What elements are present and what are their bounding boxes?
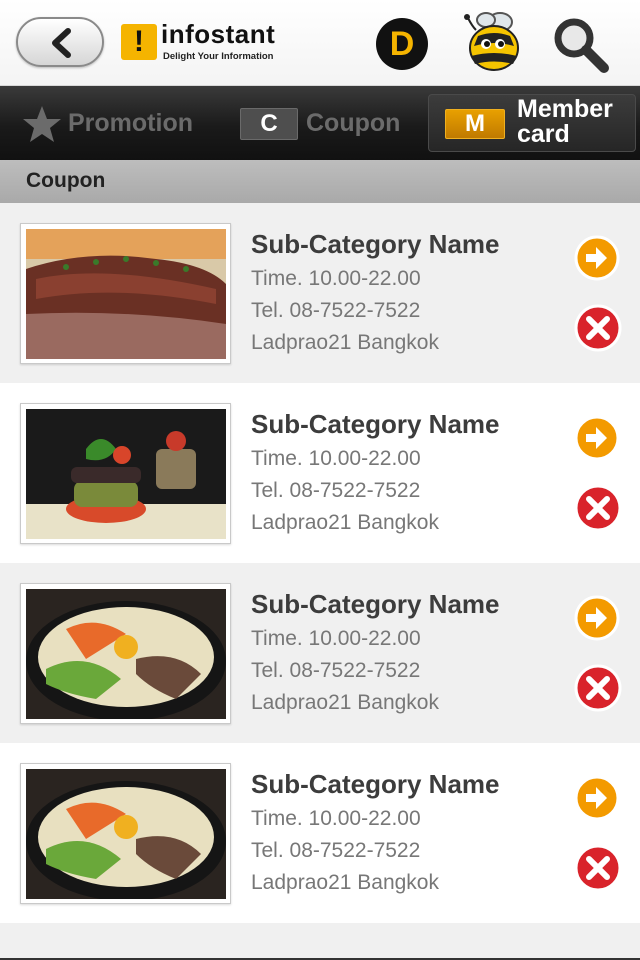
grilled-meat-image: [26, 229, 226, 359]
tab-promotion-label: Promotion: [68, 109, 193, 137]
tab-promotion[interactable]: Promotion: [18, 86, 218, 160]
tab-coupon[interactable]: C Coupon: [236, 86, 416, 160]
item-image-stacked-vegetables: [20, 403, 231, 544]
d-icon[interactable]: D: [376, 18, 428, 70]
item-time: Time. 10.00-22.00: [251, 627, 421, 650]
item-location: Ladprao21 Bangkok: [251, 331, 439, 354]
infostant-logo: ! infostant Delight Your Information: [121, 19, 291, 64]
tab-member-card-label: Member card: [517, 95, 613, 148]
coupon-list: Sub-Category Name Time. 10.00-22.00 Tel.…: [0, 203, 640, 923]
item-title: Sub-Category Name: [251, 589, 500, 619]
bibimbap-bowl-image: [26, 769, 226, 899]
item-time: Time. 10.00-22.00: [251, 267, 421, 290]
item-tel: Tel. 08-7522-7522: [251, 659, 421, 682]
item-time: Time. 10.00-22.00: [251, 447, 421, 470]
section-header: Coupon: [0, 160, 640, 203]
item-image-grilled-meat: [20, 223, 231, 364]
bee-icon[interactable]: [456, 8, 524, 74]
tab-coupon-label: Coupon: [306, 109, 401, 137]
delete-button[interactable]: [574, 304, 622, 352]
go-arrow-button[interactable]: [574, 415, 620, 461]
member-badge-icon: M: [445, 109, 505, 139]
back-arrow-icon: [52, 28, 71, 58]
logo-name: infostant: [161, 19, 276, 49]
go-arrow-button[interactable]: [574, 595, 620, 641]
item-time: Time. 10.00-22.00: [251, 807, 421, 830]
bibimbap-bowl-image: [26, 589, 226, 719]
stacked-vegetables-image: [26, 409, 226, 539]
section-title: Coupon: [26, 169, 106, 192]
coupon-badge-icon: C: [240, 108, 298, 140]
search-icon[interactable]: [550, 14, 612, 76]
item-image-bibimbap-bowl: [20, 763, 231, 904]
item-title: Sub-Category Name: [251, 409, 500, 439]
delete-button[interactable]: [574, 484, 622, 532]
go-arrow-button[interactable]: [574, 235, 620, 281]
list-item[interactable]: Sub-Category Name Time. 10.00-22.00 Tel.…: [0, 563, 640, 743]
item-tel: Tel. 08-7522-7522: [251, 839, 421, 862]
item-tel: Tel. 08-7522-7522: [251, 299, 421, 322]
logo-mark: !: [121, 24, 157, 60]
item-title: Sub-Category Name: [251, 769, 500, 799]
delete-button[interactable]: [574, 844, 622, 892]
tab-bar: Promotion C Coupon M Member card: [0, 86, 640, 160]
delete-button[interactable]: [574, 664, 622, 712]
item-tel: Tel. 08-7522-7522: [251, 479, 421, 502]
tab-member-card[interactable]: M Member card: [428, 94, 636, 152]
list-item[interactable]: Sub-Category Name Time. 10.00-22.00 Tel.…: [0, 383, 640, 563]
item-location: Ladprao21 Bangkok: [251, 871, 439, 894]
list-item[interactable]: Sub-Category Name Time. 10.00-22.00 Tel.…: [0, 203, 640, 383]
logo-tagline: Delight Your Information: [163, 51, 274, 62]
star-icon: [23, 106, 61, 142]
back-button[interactable]: [16, 17, 104, 67]
list-item[interactable]: Sub-Category Name Time. 10.00-22.00 Tel.…: [0, 743, 640, 923]
app-header: ! infostant Delight Your Information D: [0, 0, 640, 86]
item-location: Ladprao21 Bangkok: [251, 691, 439, 714]
item-location: Ladprao21 Bangkok: [251, 511, 439, 534]
item-image-bibimbap-bowl: [20, 583, 231, 724]
go-arrow-button[interactable]: [574, 775, 620, 821]
item-title: Sub-Category Name: [251, 229, 500, 259]
